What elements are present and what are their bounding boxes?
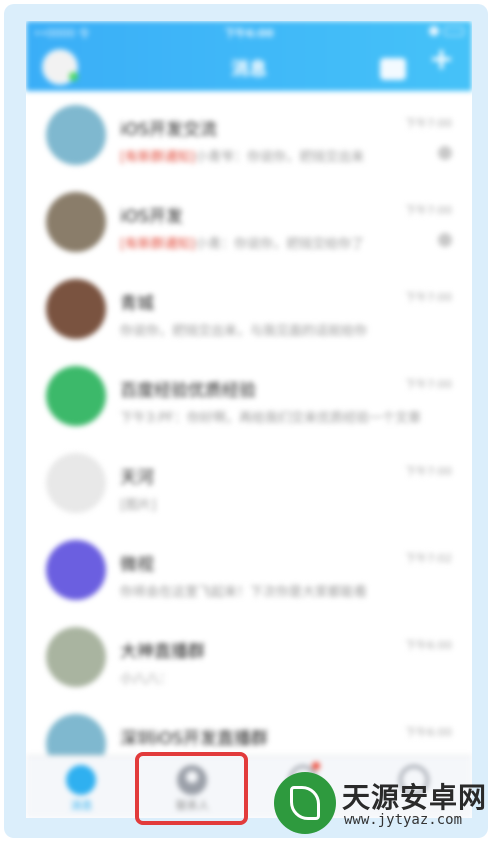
conversation-avatar (46, 540, 106, 600)
conversation-preview: [有新群通知]小青：你说你，把钱交给你了 (120, 233, 430, 252)
conversation-avatar (46, 453, 106, 513)
status-time: 下午6:00 (224, 27, 274, 40)
conversation-avatar (46, 192, 106, 252)
android-leaf-icon (290, 786, 320, 820)
conversation-time: 下午7:00 (405, 465, 452, 478)
conversation-name: 青城 (120, 294, 154, 314)
conversation-row[interactable]: 百度经验优质经验 下午7:00 下午3:PF：你好啊，再给我们交来优质经验一个文章 (26, 352, 472, 439)
preview-text: 小八八： (120, 672, 173, 687)
alarm-icon (429, 26, 439, 36)
blurred-content: ••0000 令 下午6:00 消息 + iOS开发交流 下午7:00 [有新群通知… (26, 21, 472, 818)
group-notice-tag: [有新群通知] (120, 150, 196, 165)
conversation-row[interactable]: 天河 下午7:00 [图片] (26, 439, 472, 526)
preview-text: 你将会在这里飞起来！下次你是大家都能看 (120, 585, 368, 600)
conversation-name: 深圳iOS开发直播群 (120, 729, 268, 749)
preview-text: 小青：你说你，把钱交给你了 (195, 237, 365, 252)
conversation-time: 下午6:00 (405, 726, 452, 739)
mute-icon (438, 146, 452, 160)
conversation-time: 下午7:00 (405, 204, 452, 217)
conversation-preview: [有新群通知]小青爷：你说你，把钱交出来 (120, 146, 430, 165)
watermark-brand: 天源安卓网 (342, 781, 488, 814)
conversation-row[interactable]: 微视 下午7:02 你将会在这里飞起来！下次你是大家都能看 (26, 526, 472, 613)
app-header: ••0000 令 下午6:00 消息 + (26, 21, 472, 91)
preview-text: 你说你，把钱交出来，与我见面的话就给你 (120, 324, 368, 339)
conversation-preview: 你说你，把钱交出来，与我见面的话就给你 (120, 320, 430, 339)
preview-text: 下午3:PF：你好啊，再给我们交来优质经验一个文章 (120, 411, 421, 426)
watermark-url: www.jytyaz.com (344, 812, 463, 828)
conversation-name: 天河 (120, 468, 154, 488)
conversation-time: 下午6:00 (405, 639, 452, 652)
preview-text: [图片] (120, 498, 157, 513)
conversation-avatar (46, 279, 106, 339)
watermark: 天源安卓网 www.jytyaz.com (274, 772, 486, 834)
status-bar: ••0000 令 下午6:00 (26, 21, 472, 43)
camera-icon[interactable] (380, 58, 406, 80)
conversation-time: 下午7:00 (405, 117, 452, 130)
conversation-row[interactable]: iOS开发交流 下午7:00 [有新群通知]小青爷：你说你，把钱交出来 (26, 91, 472, 178)
conversation-preview: [图片] (120, 494, 430, 513)
watermark-logo (274, 772, 336, 834)
group-notice-tag: [有新群通知] (120, 237, 196, 252)
conversation-time: 下午7:00 (405, 291, 452, 304)
status-icons (429, 26, 464, 36)
notification-dot (312, 762, 320, 770)
conversation-name: 微视 (120, 555, 154, 575)
contacts-highlight-box (135, 752, 248, 825)
conversation-row[interactable]: 大神直播群 下午6:00 小八八： (26, 613, 472, 700)
mute-icon (438, 233, 452, 247)
conversation-avatar (46, 105, 106, 165)
conversation-avatar (46, 366, 106, 426)
conversation-preview: 你将会在这里飞起来！下次你是大家都能看 (120, 581, 430, 600)
add-icon[interactable]: + (429, 45, 454, 75)
chat-bubble-icon (66, 765, 96, 795)
conversation-preview: 小八八： (120, 668, 430, 687)
conversation-name: 大神直播群 (120, 642, 205, 662)
tab-messages-label: 消息 (70, 799, 93, 812)
conversation-time: 下午7:00 (405, 378, 452, 391)
conversation-avatar (46, 627, 106, 687)
tab-messages[interactable]: 消息 (26, 756, 137, 818)
battery-icon (444, 26, 464, 36)
conversation-row[interactable]: iOS开发 下午7:00 [有新群通知]小青：你说你，把钱交给你了 (26, 178, 472, 265)
conversation-name: iOS开发交流 (120, 120, 217, 140)
conversation-name: 百度经验优质经验 (120, 381, 256, 401)
conversation-preview: 下午3:PF：你好啊，再给我们交来优质经验一个文章 (120, 407, 430, 426)
conversation-list: iOS开发交流 下午7:00 [有新群通知]小青爷：你说你，把钱交出来 iOS开发 下午… (26, 91, 472, 787)
conversation-time: 下午7:02 (405, 552, 452, 565)
conversation-name: iOS开发 (120, 207, 183, 227)
conversation-row[interactable]: 青城 下午7:00 你说你，把钱交出来，与我见面的话就给你 (26, 265, 472, 352)
phone-screen: ••0000 令 下午6:00 消息 + iOS开发交流 下午7:00 [有新群通知… (26, 21, 472, 818)
preview-text: 小青爷：你说你，把钱交出来 (195, 150, 365, 165)
